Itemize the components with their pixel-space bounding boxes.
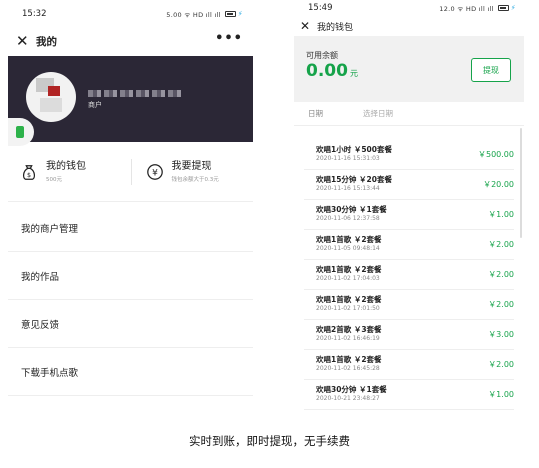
transaction-row[interactable]: 欢唱1小时 ￥500套餐 2020-11-16 15:31:03 ￥500.00 xyxy=(304,140,514,170)
close-icon[interactable]: ✕ xyxy=(300,19,314,33)
transaction-row[interactable]: 欢唱2首歌 ￥3套餐 2020-11-02 16:46:19 ￥3.00 xyxy=(304,320,514,350)
transaction-date: 2020-11-16 15:13:44 xyxy=(316,185,380,192)
close-icon[interactable]: ✕ xyxy=(16,33,32,49)
svg-text:$: $ xyxy=(27,171,31,178)
transaction-title: 欢唱1小时 ￥500套餐 xyxy=(316,145,392,154)
transaction-row-partial[interactable]: 欢唱1首歌 ￥2套餐 xyxy=(304,410,514,412)
transaction-date: 2020-11-02 17:04:03 xyxy=(316,275,380,282)
status-time: 15:32 xyxy=(22,9,47,19)
yuan-circle-icon: ¥ xyxy=(146,163,163,180)
signal-icons: 12.0 ᯤ HD ıll ıll xyxy=(439,4,494,13)
wallet-screen: 15:49 12.0 ᯤ HD ıll ıll ⚡ ✕ 我的钱包 可用余额 0.… xyxy=(294,0,524,412)
status-time: 15:49 xyxy=(308,3,333,13)
merchant-role-label: 商户 xyxy=(88,101,102,109)
withdraw-button[interactable]: 提现 xyxy=(471,58,511,82)
page-title: 我的 xyxy=(36,35,57,48)
caption: 实时到账，即时提现，无手续费 xyxy=(189,434,350,448)
transaction-amount: ￥1.00 xyxy=(488,210,514,219)
transaction-row[interactable]: 欢唱1首歌 ￥2套餐 2020-11-05 09:48:14 ￥2.00 xyxy=(304,230,514,260)
transaction-amount: ￥500.00 xyxy=(478,150,514,159)
svg-text:¥: ¥ xyxy=(152,168,158,178)
menu-item-my-works[interactable]: 我的作品 xyxy=(8,252,253,300)
my-wallet-card[interactable]: $ 我的钱包 500元 xyxy=(8,161,131,183)
balance-label: 可用余额 xyxy=(306,51,338,60)
transaction-row[interactable]: 欢唱1首歌 ￥2套餐 2020-11-02 16:45:28 ￥2.00 xyxy=(304,350,514,380)
signal-icons: 5.00 ᯤ HD ıll ıll xyxy=(166,10,221,19)
menu-item-feedback[interactable]: 意见反馈 xyxy=(8,300,253,348)
status-icons: 12.0 ᯤ HD ıll ıll ⚡ xyxy=(439,4,516,13)
withdraw-card[interactable]: ¥ 我要提现 钱包余额大于0.3元 xyxy=(130,158,254,185)
avatar[interactable] xyxy=(26,72,76,122)
charging-icon: ⚡ xyxy=(510,4,516,12)
balance-value: 0.00 元 xyxy=(306,61,358,81)
transaction-amount: ￥2.00 xyxy=(488,360,514,369)
my-wallet-label: 我的钱包 xyxy=(46,160,86,172)
transaction-row[interactable]: 欢唱1首歌 ￥2套餐 2020-11-02 17:01:50 ￥2.00 xyxy=(304,290,514,320)
nickname-redacted xyxy=(88,90,184,97)
transaction-date: 2020-11-06 12:37:58 xyxy=(316,215,380,222)
balance-amount: 0.00 xyxy=(306,61,348,81)
balance-panel: 可用余额 0.00 元 提现 xyxy=(294,36,524,102)
battery-icon xyxy=(497,5,509,11)
withdraw-hint: 钱包余额大于0.3元 xyxy=(171,176,219,183)
battery-icon xyxy=(224,11,236,17)
page-title: 我的钱包 xyxy=(317,22,354,33)
transaction-title: 欢唱2首歌 ￥3套餐 xyxy=(316,325,382,334)
date-filter: 日期 选择日期 xyxy=(294,102,524,126)
transaction-date: 2020-11-02 17:01:50 xyxy=(316,305,380,312)
transaction-row[interactable]: 欢唱30分钟 ￥1套餐 2020-10-21 23:48:27 ￥1.00 xyxy=(304,380,514,410)
transaction-date: 2020-10-21 23:48:27 xyxy=(316,395,380,402)
status-bar: 15:32 5.00 ᯤ HD ıll ıll ⚡ xyxy=(8,0,253,28)
transaction-amount: ￥1.00 xyxy=(488,390,514,399)
transaction-title: 欢唱15分钟 ￥20套餐 xyxy=(316,175,392,184)
status-bar: 15:49 12.0 ᯤ HD ıll ıll ⚡ xyxy=(294,0,524,16)
phone-icon xyxy=(16,126,24,138)
transaction-title: 欢唱30分钟 ￥1套餐 xyxy=(316,385,387,394)
transaction-row[interactable]: 欢唱15分钟 ￥20套餐 2020-11-16 15:13:44 ￥20.00 xyxy=(304,170,514,200)
nav-bar: ✕ 我的钱包 xyxy=(294,16,524,36)
charging-icon: ⚡ xyxy=(237,10,243,18)
merchant-profile-screen: 15:32 5.00 ᯤ HD ıll ıll ⚡ ✕ 我的 ••• 商户 $ … xyxy=(8,0,253,398)
transaction-amount: ￥2.00 xyxy=(488,300,514,309)
transaction-date: 2020-11-02 16:45:28 xyxy=(316,365,380,372)
scrollbar[interactable] xyxy=(520,128,522,238)
date-label: 日期 xyxy=(308,109,323,118)
transaction-title: 欢唱1首歌 ￥2套餐 xyxy=(316,295,382,304)
withdraw-label: 我要提现 xyxy=(171,160,212,172)
my-wallet-amount: 500元 xyxy=(46,176,62,183)
balance-unit: 元 xyxy=(349,69,358,78)
transaction-title: 欢唱1首歌 ￥2套餐 xyxy=(316,355,382,364)
status-icons: 5.00 ᯤ HD ıll ıll ⚡ xyxy=(166,10,243,19)
transaction-amount: ￥2.00 xyxy=(488,240,514,249)
transaction-date: 2020-11-05 09:48:14 xyxy=(316,245,380,252)
profile-header: 商户 xyxy=(8,56,253,142)
menu-item-merchant-management[interactable]: 我的商户管理 xyxy=(8,204,253,252)
transaction-date: 2020-11-16 15:31:03 xyxy=(316,155,380,162)
transaction-title: 欢唱30分钟 ￥1套餐 xyxy=(316,205,387,214)
transaction-row[interactable]: 欢唱30分钟 ￥1套餐 2020-11-06 12:37:58 ￥1.00 xyxy=(304,200,514,230)
transaction-amount: ￥3.00 xyxy=(488,330,514,339)
menu-item-download-app[interactable]: 下载手机点歌 xyxy=(8,348,253,396)
transaction-amount: ￥2.00 xyxy=(488,270,514,279)
transaction-title: 欢唱1首歌 ￥2套餐 xyxy=(316,235,382,244)
date-picker[interactable]: 选择日期 xyxy=(363,108,393,119)
transaction-title: 欢唱1首歌 ￥2套餐 xyxy=(316,265,382,274)
transaction-amount: ￥20.00 xyxy=(483,180,514,189)
money-bag-icon: $ xyxy=(22,164,36,180)
menu-list: 我的商户管理 我的作品 意见反馈 下载手机点歌 xyxy=(8,204,253,396)
wallet-cards: $ 我的钱包 500元 ¥ 我要提现 钱包余额大于0.3元 xyxy=(8,142,253,202)
transaction-list: 欢唱1小时 ￥500套餐 2020-11-16 15:31:03 ￥500.00 欢唱… xyxy=(304,140,514,412)
transaction-date: 2020-11-02 16:46:19 xyxy=(316,335,380,342)
nav-bar: ✕ 我的 ••• xyxy=(8,28,253,54)
more-options-icon[interactable]: ••• xyxy=(215,32,243,45)
transaction-row[interactable]: 欢唱1首歌 ￥2套餐 2020-11-02 17:04:03 ￥2.00 xyxy=(304,260,514,290)
